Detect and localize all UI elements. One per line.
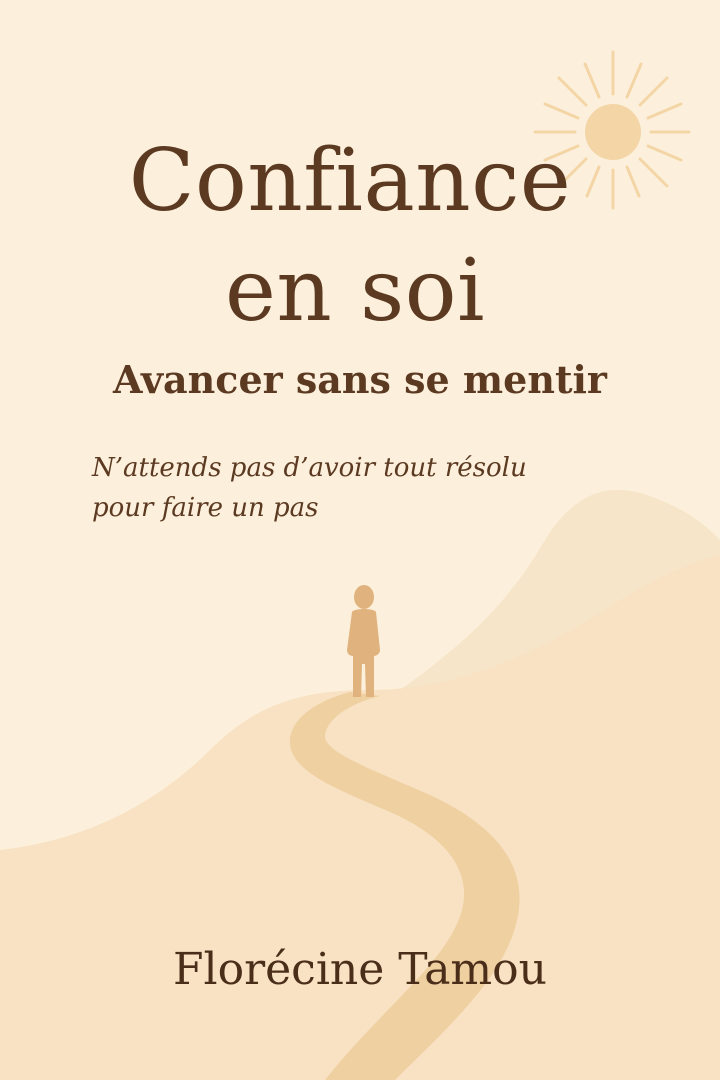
tagline-line-2: pour faire un pas [92,493,319,523]
subtitle: Avancer sans se mentir [113,357,607,402]
title-line-1: Confiance [128,131,572,231]
author-name: Florécine Tamou [173,944,547,995]
tagline-line-1: N’attends pas d’avoir tout résolu [92,453,527,483]
tagline: N’attends pas d’avoir tout résolu pour f… [92,448,652,528]
book-cover: Confiance en soi Avancer sans se mentir … [0,0,720,1080]
walking-person-icon [347,585,380,697]
title-line-2: en soi [224,241,486,341]
